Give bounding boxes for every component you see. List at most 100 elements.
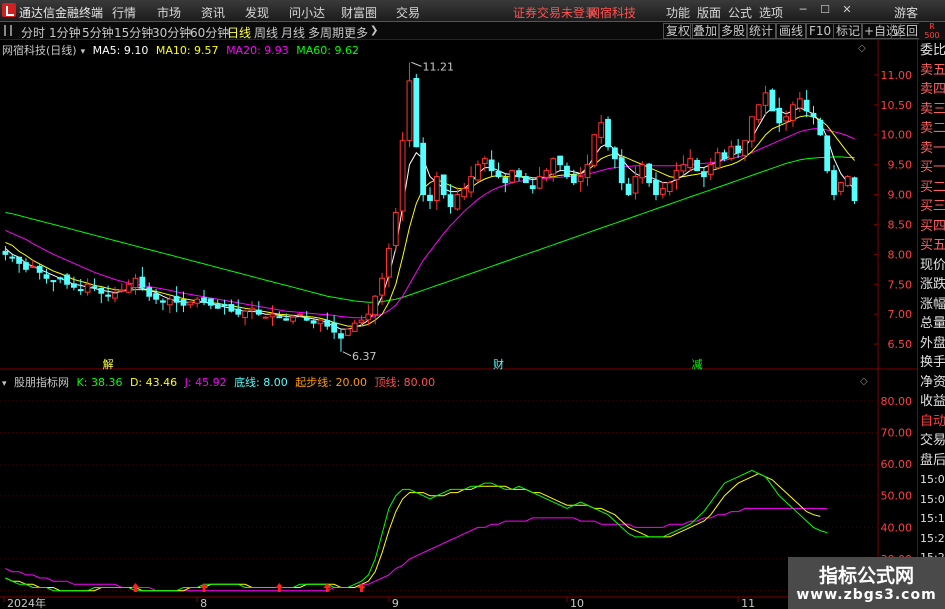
level2-badge[interactable]: R 500	[919, 22, 945, 40]
candle-body	[584, 164, 591, 178]
date-axis-label: 9	[392, 597, 399, 609]
candle-body	[57, 277, 64, 280]
drag-handle-icon[interactable]	[4, 25, 12, 36]
legend-chevron-icon[interactable]: ▾	[81, 47, 86, 57]
side-panel-item[interactable]: 总量	[920, 316, 945, 332]
menu-item-trade[interactable]: 交易	[396, 4, 420, 21]
tab-period-60min[interactable]: 60分钟	[190, 24, 229, 41]
tab-period-daily[interactable]: 日线	[227, 24, 251, 41]
side-panel-item[interactable]: 15:13	[920, 511, 945, 527]
side-panel-item[interactable]: 买五	[920, 238, 945, 254]
side-panel-item[interactable]: 现价	[920, 258, 945, 274]
indicator-chevron-icon[interactable]: ▾	[2, 379, 7, 389]
side-panel-item[interactable]: 涨跌	[920, 277, 945, 293]
candle-body	[9, 256, 16, 259]
side-panel-item[interactable]: 卖二	[920, 121, 945, 137]
menu-item-news[interactable]: 资讯	[201, 4, 225, 21]
menu-item-ask[interactable]: 问小达	[289, 4, 325, 21]
tab-period-15min[interactable]: 15分钟	[114, 24, 153, 41]
candle-body	[721, 152, 728, 160]
maximize-icon[interactable]: ☐	[819, 4, 831, 16]
side-panel-item[interactable]: 买三	[920, 199, 945, 215]
close-icon[interactable]: ✕	[841, 4, 853, 16]
menu-item-formula[interactable]: 公式	[728, 4, 752, 21]
menu-item-discover[interactable]: 发现	[245, 4, 269, 21]
menu-item-quotes[interactable]: 行情	[112, 4, 136, 21]
menu-item-layout[interactable]: 版面	[697, 4, 721, 21]
candle-body	[605, 118, 611, 148]
menu-item-function[interactable]: 功能	[666, 4, 690, 21]
adjust-button[interactable]: 复权	[663, 23, 694, 39]
tab-period-weekly[interactable]: 周线	[254, 24, 278, 41]
candle-body	[694, 159, 700, 172]
side-panel-item[interactable]: 涨幅	[920, 297, 945, 313]
side-panel-item[interactable]: 盘后	[920, 453, 945, 469]
candle-body	[844, 176, 851, 187]
price-axis-label: 10.00	[881, 129, 913, 142]
back-button[interactable]: 返回	[891, 23, 922, 39]
candle-body	[249, 307, 255, 311]
menu-item-market[interactable]: 市场	[157, 4, 181, 21]
candle-body	[831, 170, 837, 196]
side-panel-item[interactable]: 委比	[920, 43, 945, 59]
draw-line-button[interactable]: 画线	[776, 23, 807, 39]
statistics-button[interactable]: 统计	[746, 23, 777, 39]
side-panel-item[interactable]: 买四	[920, 219, 945, 235]
indicator-axis-label: 50.00	[881, 490, 913, 503]
side-panel-item[interactable]: 15:22	[920, 531, 945, 547]
side-panel-item[interactable]: 15:05	[920, 492, 945, 508]
price-axis-label: 9.00	[888, 189, 913, 202]
side-panel-item[interactable]: 买一	[920, 160, 945, 176]
side-panel-item[interactable]: 卖一	[920, 141, 945, 157]
indicator-settings-icon[interactable]: ◇	[860, 376, 868, 387]
side-panel-item[interactable]: 收益	[920, 394, 945, 410]
event-marker[interactable]: 减	[692, 358, 703, 371]
candle-body	[447, 194, 454, 208]
login-warning[interactable]: 证券交易未登录	[513, 4, 597, 21]
side-panel-item[interactable]: 卖四	[920, 82, 945, 98]
side-panel-item[interactable]: 卖五	[920, 63, 945, 79]
side-panel-item[interactable]: 交易	[920, 433, 945, 449]
candle-body	[399, 140, 406, 212]
more-chevron-icon[interactable]: ❯	[370, 25, 378, 36]
tab-period-1min[interactable]: 1分钟	[49, 24, 81, 41]
side-panel-item[interactable]: 买二	[920, 180, 945, 196]
price-axis-label: 7.00	[888, 308, 913, 321]
candle-body	[632, 176, 639, 194]
k-line	[5, 469, 828, 592]
side-panel-item[interactable]: 卖三	[920, 102, 945, 118]
multi-stock-button[interactable]: 多股	[718, 23, 749, 39]
candle-body	[762, 92, 769, 106]
menu-item-options[interactable]: 选项	[759, 4, 783, 21]
side-panel-item[interactable]: 自动	[920, 414, 945, 430]
candle-body	[536, 176, 543, 189]
tab-period-more[interactable]: 更多	[344, 24, 368, 41]
side-panel-item[interactable]: 净资	[920, 375, 945, 391]
candle-body	[851, 177, 858, 202]
candle-body	[687, 158, 694, 169]
tab-period-5min[interactable]: 5分钟	[82, 24, 114, 41]
indicator-axis-label: 60.00	[881, 458, 913, 471]
event-marker[interactable]: 解	[103, 357, 114, 371]
kline-chart[interactable]: 11.21 6.37 解 财 减 11.00 10.50 10.00 9.50 9.00 8.50…	[0, 40, 917, 609]
mark-button[interactable]: 标记	[833, 23, 864, 39]
side-panel-item[interactable]: 15:00	[920, 472, 945, 488]
candle-body	[714, 152, 721, 169]
tab-period-intraday[interactable]: 分时	[21, 24, 45, 41]
overlay-button[interactable]: 叠加	[690, 23, 721, 39]
guest-user[interactable]: 游客	[894, 4, 918, 21]
tab-period-30min[interactable]: 30分钟	[152, 24, 191, 41]
candle-body	[166, 298, 173, 306]
side-panel-item[interactable]: 换手	[920, 355, 945, 371]
tab-period-multi[interactable]: 多周期	[308, 24, 344, 41]
collapse-icon[interactable]: ◇	[858, 43, 866, 54]
f10-button[interactable]: F10	[806, 23, 835, 39]
price-axis-label: 8.00	[888, 248, 913, 261]
candle-body	[666, 182, 673, 193]
event-marker[interactable]: 财	[493, 357, 504, 371]
candle-body	[146, 287, 153, 297]
side-panel-item[interactable]: 外盘	[920, 336, 945, 352]
menu-item-wealth[interactable]: 财富圈	[341, 4, 377, 21]
minimize-icon[interactable]: ─	[797, 4, 809, 16]
tab-period-monthly[interactable]: 月线	[281, 24, 305, 41]
